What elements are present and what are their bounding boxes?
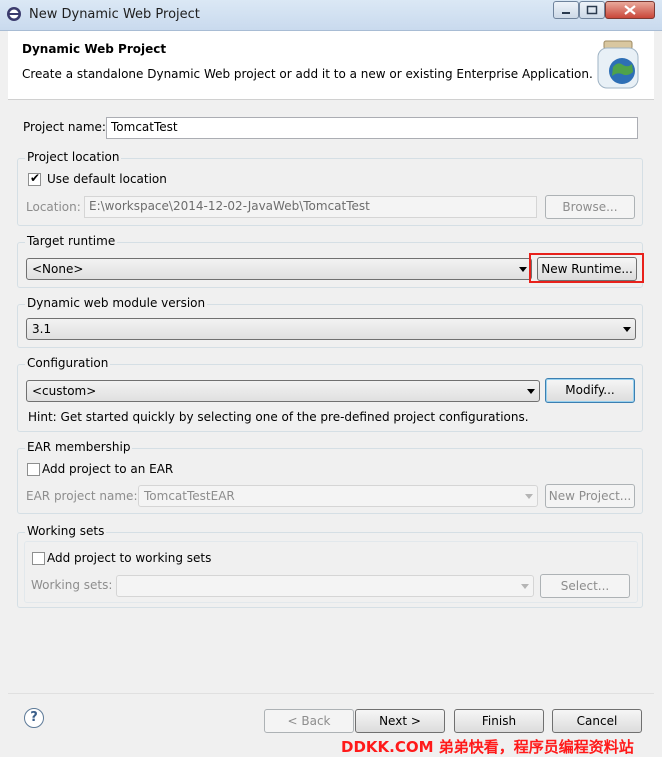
add-to-working-sets-checkbox[interactable] — [32, 552, 45, 565]
use-default-location-label: Use default location — [47, 172, 167, 186]
next-button[interactable]: Next > — [355, 709, 445, 733]
project-name-field[interactable]: TomcatTest — [106, 117, 638, 139]
add-to-ear-checkbox[interactable] — [27, 463, 40, 476]
location-field[interactable]: E:\workspace\2014-12-02-JavaWeb\TomcatTe… — [84, 196, 537, 218]
working-sets-combo[interactable] — [116, 575, 534, 597]
chevron-down-icon — [521, 584, 529, 589]
add-to-ear-label: Add project to an EAR — [42, 462, 174, 476]
footer-divider — [8, 693, 654, 694]
ear-project-name-label: EAR project name: — [26, 489, 138, 503]
ear-project-name-combo[interactable]: TomcatTestEAR — [138, 485, 538, 507]
target-runtime-select[interactable]: <None> — [26, 258, 532, 280]
wizard-title: Dynamic Web Project — [22, 42, 167, 56]
chevron-down-icon — [519, 267, 527, 272]
highlight-box — [529, 253, 644, 283]
chevron-down-icon — [527, 389, 535, 394]
cancel-button[interactable]: Cancel — [552, 709, 642, 733]
finish-button[interactable]: Finish — [454, 709, 544, 733]
watermark-text: DDKK.COM 弟弟快看，程序员编程资料站 — [341, 738, 634, 756]
ear-membership-title: EAR membership — [25, 440, 133, 454]
new-ear-project-button[interactable]: New Project... — [545, 484, 635, 508]
web-project-jar-icon — [597, 40, 639, 89]
wizard-header: Dynamic Web Project Create a standalone … — [8, 31, 654, 100]
browse-button[interactable]: Browse... — [545, 195, 635, 219]
location-label: Location: — [26, 200, 81, 214]
modify-button[interactable]: Modify... — [545, 378, 635, 403]
ear-project-name-value: TomcatTestEAR — [144, 489, 235, 503]
target-runtime-value: <None> — [32, 262, 84, 276]
maximize-button[interactable] — [579, 1, 605, 19]
use-default-location-checkbox[interactable]: ✔ — [28, 171, 41, 186]
working-sets-title: Working sets — [25, 524, 107, 538]
wizard-description: Create a standalone Dynamic Web project … — [22, 67, 593, 81]
configuration-value: <custom> — [32, 384, 97, 398]
minimize-button[interactable] — [553, 1, 579, 19]
select-working-sets-button[interactable]: Select... — [540, 574, 630, 598]
configuration-title: Configuration — [25, 356, 111, 370]
module-version-title: Dynamic web module version — [25, 296, 208, 310]
chevron-down-icon — [525, 494, 533, 499]
module-version-value: 3.1 — [32, 322, 52, 336]
eclipse-app-icon — [7, 7, 21, 21]
help-icon[interactable]: ? — [24, 708, 44, 728]
minimize-icon — [562, 12, 570, 14]
module-version-select[interactable]: 3.1 — [26, 318, 636, 340]
configuration-hint: Hint: Get started quickly by selecting o… — [28, 410, 529, 424]
add-to-working-sets-label: Add project to working sets — [47, 551, 212, 565]
configuration-select[interactable]: <custom> — [26, 380, 540, 402]
window-titlebar[interactable]: New Dynamic Web Project — [0, 0, 662, 31]
checkmark-icon: ✔ — [30, 171, 41, 185]
window-title: New Dynamic Web Project — [29, 7, 200, 22]
project-location-title: Project location — [25, 150, 122, 164]
back-button[interactable]: < Back — [264, 709, 354, 733]
project-name-label: Project name: — [23, 120, 106, 134]
target-runtime-title: Target runtime — [25, 234, 118, 248]
maximize-icon — [586, 5, 598, 15]
working-sets-label: Working sets: — [31, 578, 113, 592]
close-icon — [624, 5, 636, 15]
chevron-down-icon — [623, 327, 631, 332]
close-button[interactable] — [605, 1, 655, 19]
